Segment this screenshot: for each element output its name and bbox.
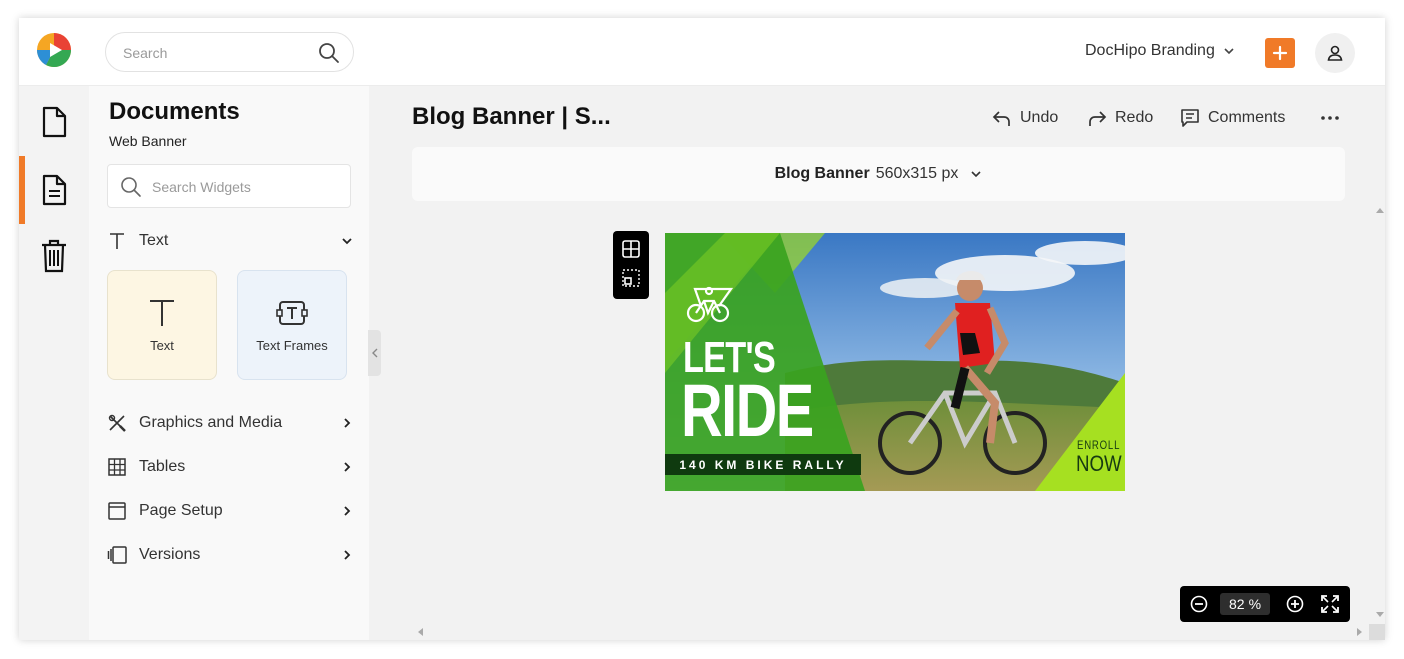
- chevron-right-icon: [344, 550, 351, 560]
- scroll-corner: [1369, 624, 1385, 640]
- chevron-right-icon: [344, 462, 351, 472]
- grid-icon[interactable]: [622, 240, 640, 258]
- undo-button[interactable]: Undo: [992, 106, 1058, 130]
- chevron-right-icon: [344, 506, 351, 516]
- panel-title: Documents: [109, 98, 240, 125]
- section-graphics-media[interactable]: Graphics and Media: [107, 408, 353, 438]
- more-icon: [1321, 116, 1339, 120]
- size-selector[interactable]: Blog Banner 560x315 px: [412, 147, 1345, 201]
- redo-icon: [1089, 111, 1107, 126]
- widget-card-text[interactable]: Text: [107, 270, 217, 380]
- page-tools: [613, 231, 649, 299]
- text-icon: [107, 231, 127, 251]
- select-area-icon[interactable]: [622, 269, 640, 287]
- size-dimensions: 560x315 px: [875, 165, 959, 182]
- section-label: Versions: [139, 546, 201, 563]
- scroll-down-icon[interactable]: [1376, 612, 1384, 618]
- banner-cta-top: ENROLL: [1077, 438, 1121, 452]
- section-label: Page Setup: [139, 502, 223, 519]
- zoom-in-icon[interactable]: [1286, 595, 1304, 613]
- banner-strip: 140 KM BIKE RALLY: [665, 454, 861, 475]
- fullscreen-icon[interactable]: [1321, 595, 1339, 613]
- zoom-controls: 82 %: [1180, 586, 1350, 622]
- app-window: DocHipo Branding: [19, 18, 1385, 640]
- widgets-panel: Documents Web Banner Text Text: [89, 86, 369, 640]
- zoom-level[interactable]: 82 %: [1220, 593, 1270, 615]
- search-icon[interactable]: [318, 42, 340, 64]
- redo-label: Redo: [1115, 109, 1154, 126]
- section-versions[interactable]: Versions: [107, 540, 353, 570]
- widget-card-label: Text Frames: [256, 337, 328, 353]
- chevron-down-icon: [971, 171, 981, 178]
- widget-search-input[interactable]: [152, 177, 332, 197]
- trash-icon: [42, 239, 66, 273]
- rail-item-documents[interactable]: [19, 88, 89, 156]
- add-button[interactable]: [1265, 38, 1295, 68]
- search-input[interactable]: [123, 42, 313, 64]
- profile-avatar[interactable]: [1315, 33, 1355, 73]
- chevron-down-icon: [342, 238, 352, 245]
- undo-icon: [992, 111, 1010, 126]
- plus-icon: [1272, 45, 1288, 61]
- section-page-setup[interactable]: Page Setup: [107, 496, 353, 526]
- page-list-icon: [42, 174, 67, 206]
- redo-button[interactable]: Redo: [1087, 106, 1153, 130]
- widget-card-label: Text: [150, 337, 174, 353]
- search-icon: [121, 177, 141, 197]
- design-canvas[interactable]: LET'S RIDE 140 KM BIKE RALLY ENROLL NOW: [665, 233, 1125, 491]
- comments-label: Comments: [1208, 109, 1286, 126]
- rail-item-pages[interactable]: [19, 156, 89, 224]
- section-label: Tables: [139, 458, 186, 475]
- left-rail: [19, 86, 89, 640]
- comment-icon: [1181, 109, 1199, 127]
- banner-cta-bottom: NOW: [1076, 451, 1122, 476]
- chevron-right-icon: [344, 418, 351, 428]
- brand-selector[interactable]: DocHipo Branding: [1085, 40, 1235, 62]
- zoom-unit: %: [1248, 596, 1262, 612]
- comments-button[interactable]: Comments: [1180, 106, 1285, 130]
- user-icon: [1327, 45, 1343, 61]
- collapse-panel-button[interactable]: [368, 330, 381, 376]
- section-label: Graphics and Media: [139, 414, 283, 431]
- scroll-up-icon[interactable]: [1376, 207, 1384, 213]
- scroll-right-icon[interactable]: [1357, 628, 1363, 636]
- chevron-down-icon: [1224, 48, 1234, 55]
- zoom-out-icon[interactable]: [1190, 595, 1208, 613]
- table-icon: [107, 457, 127, 477]
- widget-card-text-frames[interactable]: Text Frames: [237, 270, 347, 380]
- document-title[interactable]: Blog Banner | S...: [412, 103, 611, 131]
- global-search[interactable]: [105, 32, 354, 72]
- size-name: Blog Banner: [774, 165, 870, 182]
- zoom-value: 82: [1228, 596, 1245, 612]
- text-frame-icon: [276, 300, 308, 325]
- brand-label: DocHipo Branding: [1085, 42, 1215, 59]
- banner-headline-ride: RIDE: [681, 369, 814, 452]
- chevron-left-icon: [371, 348, 377, 358]
- text-icon: [150, 299, 174, 326]
- document-icon: [42, 106, 67, 138]
- widget-search[interactable]: [107, 164, 351, 208]
- dochipo-logo[interactable]: [36, 32, 72, 68]
- section-label: Text: [139, 232, 169, 249]
- section-text[interactable]: Text: [107, 226, 353, 256]
- banner-strip-text: 140 KM BIKE RALLY: [679, 457, 847, 472]
- graphics-icon: [107, 413, 127, 433]
- top-bar: DocHipo Branding: [19, 18, 1385, 86]
- undo-label: Undo: [1020, 109, 1059, 126]
- section-tables[interactable]: Tables: [107, 452, 353, 482]
- versions-icon: [107, 545, 127, 565]
- panel-subtitle: Web Banner: [109, 133, 187, 149]
- scroll-left-icon[interactable]: [417, 628, 423, 636]
- rail-item-trash[interactable]: [19, 222, 89, 290]
- page-setup-icon: [107, 501, 127, 521]
- more-options-button[interactable]: [1321, 106, 1347, 130]
